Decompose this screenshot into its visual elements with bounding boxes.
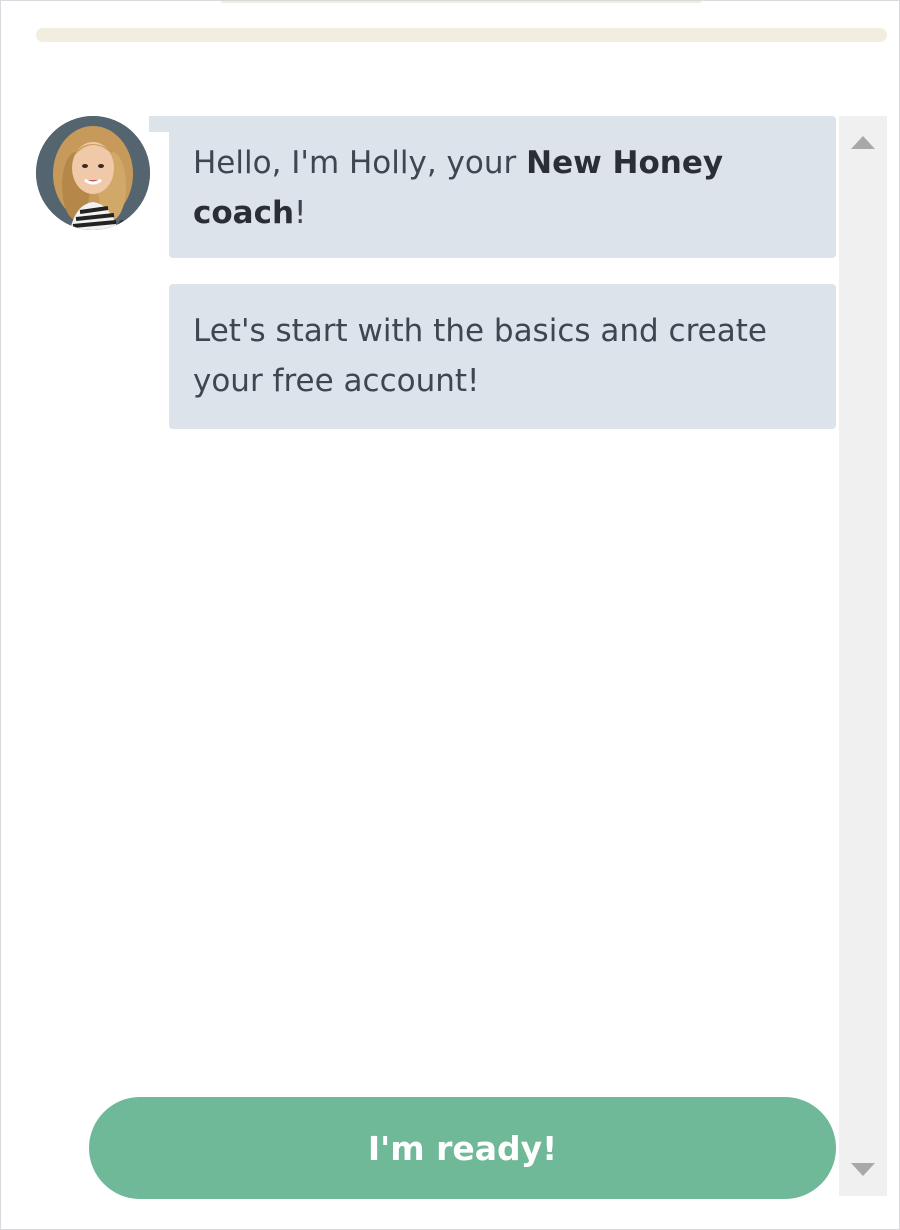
scroll-up-arrow-icon[interactable] (851, 136, 875, 149)
message-2-line-2: your free account! (193, 363, 480, 399)
coach-message-1: Hello, I'm Holly, your New Honey coach! (169, 116, 836, 258)
chat-window: Hello, I'm Holly, your New Honey coach! … (0, 0, 900, 1230)
scrollbar[interactable] (839, 116, 887, 1196)
coach-message-2: Let's start with the basics and create y… (169, 284, 836, 429)
bubble-tail (149, 116, 171, 132)
progress-bar (36, 28, 887, 42)
coach-avatar (36, 116, 150, 230)
message-2-line-1: Let's start with the basics and create (193, 313, 767, 349)
message-1-end: ! (294, 195, 307, 231)
message-1-text: Hello, I'm Holly, your (193, 145, 527, 181)
top-accent-line (221, 1, 701, 3)
scroll-down-arrow-icon[interactable] (851, 1163, 875, 1176)
avatar-photo-icon (36, 116, 150, 230)
im-ready-button[interactable]: I'm ready! (89, 1097, 836, 1199)
